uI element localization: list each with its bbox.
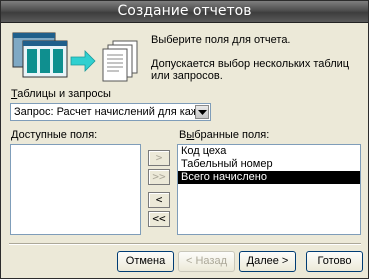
instruction-text: Выберите поля для отчета. [151,34,291,46]
tables-label-rest: аблицы и запросы [17,88,111,100]
selected-label-rest: бранные поля: [194,129,270,141]
next-button[interactable]: Далее > [239,251,296,272]
available-label-accel: Д [11,129,19,141]
selected-fields-list[interactable]: Код цеха Табельный номер Всего начислено [177,144,361,235]
finish-button[interactable]: Готово [306,251,363,272]
available-fields-list[interactable] [10,144,141,235]
remove-all-fields-button[interactable]: << [148,211,170,227]
divider [9,243,361,245]
tables-select-value: Запрос: Расчет начислений для каждого ра… [14,106,196,118]
wizard-illustration [9,31,143,85]
selected-fields-label: Выбранные поля: [179,129,269,141]
dropdown-button[interactable] [195,105,209,119]
title-bar: Создание отчетов [1,1,368,23]
list-item[interactable]: Табельный номер [178,158,360,171]
add-all-fields-button[interactable]: >> [148,169,170,185]
available-fields-label: Доступные поля: [11,129,97,141]
report-wizard-window: Создание отчетов Выберите поля для отчет… [0,0,369,279]
available-label-rest: оступные поля: [18,129,98,141]
list-item[interactable]: Всего начислено [178,171,360,184]
list-item[interactable]: Код цеха [178,145,360,158]
window-title: Создание отчетов [117,3,252,19]
remove-field-button[interactable]: < [148,192,170,208]
back-button[interactable]: < Назад [178,251,235,272]
tables-queries-select[interactable]: Запрос: Расчет начислений для каждого ра… [10,103,211,121]
cancel-button[interactable]: Отмена [117,251,174,272]
tables-queries-label: Таблицы и запросы [11,88,111,100]
add-field-button[interactable]: > [148,150,170,166]
hint-text: Допускается выбор нескольких таблиц или … [151,58,350,82]
